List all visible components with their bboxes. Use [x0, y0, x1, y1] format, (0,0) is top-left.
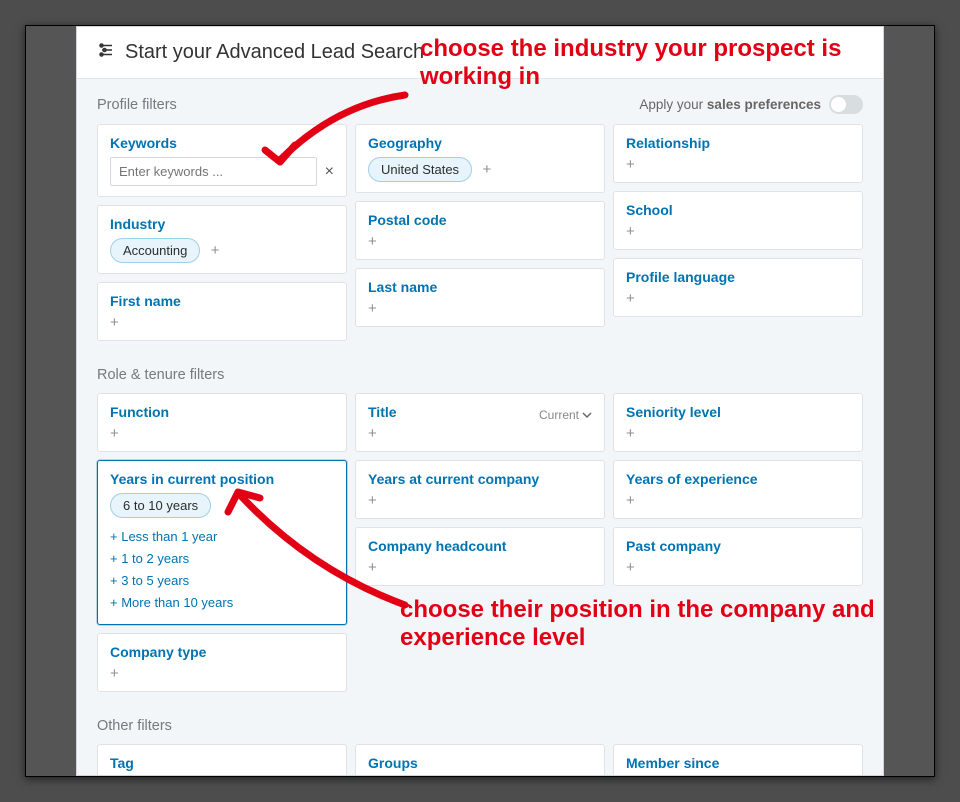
- add-icon[interactable]: +: [368, 493, 592, 508]
- add-icon[interactable]: +: [368, 560, 592, 575]
- sales-preferences-toggle-group: Apply your sales preferences: [639, 95, 863, 114]
- filter-headcount-title: Company headcount: [368, 538, 592, 554]
- yip-suggestions: + Less than 1 year + 1 to 2 years + 3 to…: [110, 526, 334, 614]
- sales-pref-toggle[interactable]: [829, 95, 863, 114]
- toggle-knob: [831, 97, 846, 112]
- app-window: Start your Advanced Lead Search Profile …: [76, 26, 884, 776]
- filter-firstname[interactable]: First name +: [97, 282, 347, 341]
- industry-pill[interactable]: Accounting: [110, 238, 200, 263]
- add-icon[interactable]: +: [626, 493, 850, 508]
- role-filter-grid: Function + Years in current position 6 t…: [77, 393, 883, 702]
- title-scope-dropdown[interactable]: Current: [539, 408, 592, 422]
- yip-option[interactable]: + 3 to 5 years: [110, 570, 334, 592]
- filter-industry-title: Industry: [110, 216, 334, 232]
- search-header: Start your Advanced Lead Search: [77, 27, 883, 79]
- geography-pill[interactable]: United States: [368, 157, 472, 182]
- filter-seniority-title: Seniority level: [626, 404, 850, 420]
- filter-years-experience[interactable]: Years of experience +: [613, 460, 863, 519]
- filter-settings-icon[interactable]: [97, 41, 115, 64]
- filter-profilelang[interactable]: Profile language +: [613, 258, 863, 317]
- filter-industry[interactable]: Industry Accounting +: [97, 205, 347, 274]
- filter-postal[interactable]: Postal code +: [355, 201, 605, 260]
- filter-membersince[interactable]: Member since +: [613, 744, 863, 776]
- yip-option[interactable]: + Less than 1 year: [110, 526, 334, 548]
- filter-geography-title: Geography: [368, 135, 592, 151]
- filter-yac-title: Years at current company: [368, 471, 592, 487]
- section-other-label: Other filters: [97, 718, 172, 734]
- section-role-bar: Role & tenure filters: [77, 351, 883, 393]
- chevron-down-icon: [582, 410, 592, 420]
- add-icon[interactable]: +: [626, 291, 850, 306]
- filter-lastname[interactable]: Last name +: [355, 268, 605, 327]
- add-icon[interactable]: +: [110, 666, 334, 681]
- sales-pref-label: Apply your sales preferences: [639, 97, 821, 112]
- keywords-input[interactable]: [110, 157, 317, 186]
- filter-school[interactable]: School +: [613, 191, 863, 250]
- filter-pastcompany[interactable]: Past company +: [613, 527, 863, 586]
- filter-years-in-position[interactable]: Years in current position 6 to 10 years …: [97, 460, 347, 625]
- add-icon[interactable]: +: [368, 301, 592, 316]
- add-icon[interactable]: +: [110, 426, 334, 441]
- filter-companytype[interactable]: Company type +: [97, 633, 347, 692]
- add-geography-icon[interactable]: +: [483, 162, 492, 177]
- filter-yoe-title: Years of experience: [626, 471, 850, 487]
- add-icon[interactable]: +: [626, 157, 850, 172]
- add-industry-icon[interactable]: +: [211, 243, 220, 258]
- filter-relationship-title: Relationship: [626, 135, 850, 151]
- filter-postal-title: Postal code: [368, 212, 592, 228]
- page-title: Start your Advanced Lead Search: [125, 41, 424, 64]
- section-profile-label: Profile filters: [97, 97, 177, 113]
- filter-companytype-title: Company type: [110, 644, 334, 660]
- filter-headcount[interactable]: Company headcount +: [355, 527, 605, 586]
- other-filter-grid: Tag + Groups + Member since +: [77, 744, 883, 776]
- filter-keywords-title: Keywords: [110, 135, 334, 151]
- filter-firstname-title: First name: [110, 293, 334, 309]
- add-icon[interactable]: +: [110, 315, 334, 330]
- section-other-bar: Other filters: [77, 702, 883, 744]
- add-icon[interactable]: +: [626, 426, 850, 441]
- filter-tag[interactable]: Tag +: [97, 744, 347, 776]
- add-icon[interactable]: +: [626, 560, 850, 575]
- add-icon[interactable]: +: [626, 224, 850, 239]
- screenshot-frame: Start your Advanced Lead Search Profile …: [25, 25, 935, 777]
- filter-function-title: Function: [110, 404, 334, 420]
- yip-option[interactable]: + 1 to 2 years: [110, 548, 334, 570]
- filter-profilelang-title: Profile language: [626, 269, 850, 285]
- filter-keywords[interactable]: Keywords ×: [97, 124, 347, 197]
- filter-groups-title: Groups: [368, 755, 592, 771]
- filter-yip-title: Years in current position: [110, 471, 334, 487]
- section-role-label: Role & tenure filters: [97, 367, 224, 383]
- filter-title-title: Title: [368, 404, 397, 420]
- add-icon[interactable]: +: [368, 426, 592, 441]
- yip-pill[interactable]: 6 to 10 years: [110, 493, 211, 518]
- filter-lastname-title: Last name: [368, 279, 592, 295]
- filter-relationship[interactable]: Relationship +: [613, 124, 863, 183]
- filter-geography[interactable]: Geography United States +: [355, 124, 605, 193]
- filter-membersince-title: Member since: [626, 755, 850, 771]
- profile-filter-grid: Keywords × Industry Accounting + First n…: [77, 124, 883, 351]
- filter-pastcompany-title: Past company: [626, 538, 850, 554]
- filter-groups[interactable]: Groups +: [355, 744, 605, 776]
- section-profile-bar: Profile filters Apply your sales prefere…: [77, 79, 883, 124]
- close-icon[interactable]: ×: [325, 163, 334, 181]
- yip-option[interactable]: + More than 10 years: [110, 592, 334, 614]
- filter-school-title: School: [626, 202, 850, 218]
- filter-title[interactable]: Title Current +: [355, 393, 605, 452]
- filter-years-at-company[interactable]: Years at current company +: [355, 460, 605, 519]
- add-icon[interactable]: +: [368, 234, 592, 249]
- filter-tag-title: Tag: [110, 755, 334, 771]
- filter-seniority[interactable]: Seniority level +: [613, 393, 863, 452]
- filter-function[interactable]: Function +: [97, 393, 347, 452]
